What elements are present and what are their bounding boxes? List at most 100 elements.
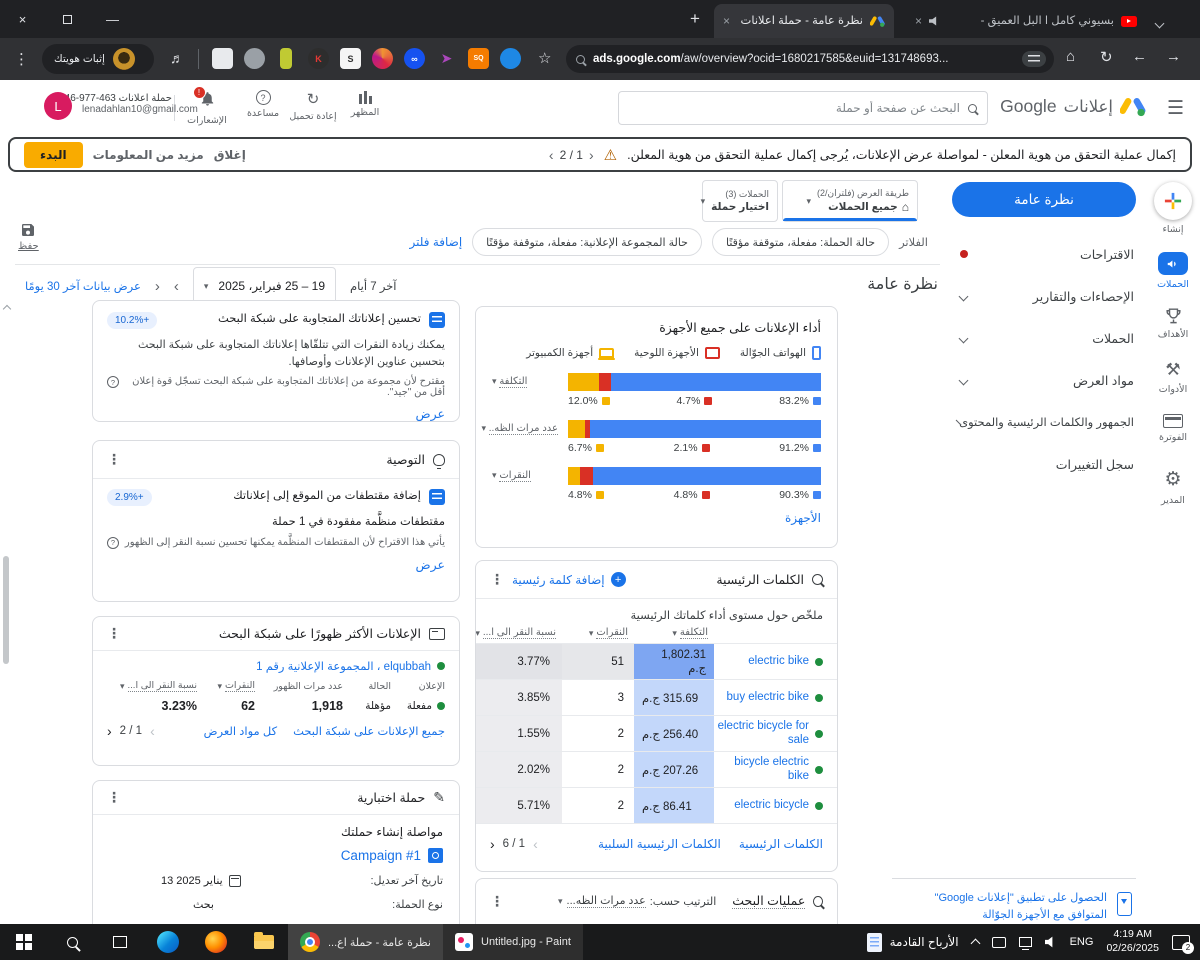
sidebar-item-admin[interactable]: ⚙ المدير [1146,468,1200,506]
window-restore-icon[interactable] [45,0,90,38]
puzzle-icon[interactable] [212,48,233,69]
campaign-link[interactable]: Campaign #1 [341,848,421,863]
reload-button[interactable]: ↻ إعادة تحميل [286,90,340,122]
negative-keywords-link[interactable]: الكلمات الرئيسية السلبية [598,837,721,851]
tab-active[interactable]: نظرة عامة - حملة اعلانات - Google × [714,4,894,38]
playlist-extension-icon[interactable]: ♬ [170,50,184,66]
info-icon[interactable]: ? [107,376,119,388]
filter-chip-adgroup-status[interactable]: حالة المجموعة الإعلانية: مفعلة، متوقفة م… [472,228,702,256]
chrome-window-button[interactable]: نظرة عامة - حملة اع... [288,924,443,960]
volume-icon[interactable] [1045,936,1057,948]
mobile-app-promo[interactable]: الحصول على تطبيق "إعلانات Google" المتوا… [892,878,1136,923]
back-icon[interactable]: ← [1132,48,1147,65]
banner-close-button[interactable]: إغلاق [214,148,246,162]
system-clock[interactable]: 4:19 AM 02/26/2025 [1106,928,1159,955]
campaign-select-dropdown[interactable]: الحملات (3) اختيار حملة ▾ [702,180,778,222]
scrollbar-thumb[interactable] [3,556,9,664]
kebab-menu-icon[interactable]: ⋮ [107,625,121,642]
tab-search-chevron-icon[interactable] [1156,14,1163,32]
sidebar-item-campaigns[interactable]: الحملات [1146,252,1200,290]
nav-item-recommendations[interactable]: الاقتراحات [946,234,1146,274]
breadcrumb[interactable]: elqubbah ، المجموعة الإعلانية رقم 1 [93,651,459,673]
bookmark-star-icon[interactable]: ☆ [538,49,551,67]
kebab-menu-icon[interactable]: ⋮ [107,789,121,806]
site-settings-icon[interactable] [1022,51,1046,67]
news-widget[interactable]: الأرباح القادمة [867,933,959,952]
action-center-icon[interactable]: 2 [1172,935,1190,950]
sort-cost[interactable]: التكلفة▾ [634,627,714,639]
create-button[interactable]: إنشاء [1146,182,1200,235]
all-assets-link[interactable]: كل مواد العرض [204,724,278,738]
prev-page-chevron[interactable]: › [150,723,155,739]
nav-item-assets[interactable]: مواد العرض [946,360,1146,400]
banner-start-button[interactable]: البدء [24,142,83,168]
devices-link[interactable]: الأجهزة [785,511,821,525]
coinbase-extension-icon[interactable]: ∞ [404,48,425,69]
ads-search-input[interactable] [629,101,960,115]
touch-keyboard-icon[interactable] [992,937,1006,948]
s-extension-icon[interactable]: S [340,48,361,69]
start-button[interactable] [0,924,48,960]
next-page-chevron[interactable]: ‹ [107,723,112,739]
network-icon[interactable] [1019,937,1032,947]
view-link[interactable]: عرض [416,558,445,572]
taskbar-search-button[interactable] [48,924,96,960]
browser-menu-icon[interactable]: ⋮ [14,50,29,68]
help-button[interactable]: ? مساعدة [236,90,290,119]
forward-icon[interactable]: → [1166,48,1181,65]
new-tab-button[interactable]: + [682,6,708,32]
paint-window-button[interactable]: Untitled.jpg - Paint [443,924,583,960]
nav-item-insights[interactable]: الإحصاءات والتقارير [946,276,1146,316]
keyword-link[interactable]: electric bicycle [734,799,809,812]
sidebar-item-tools[interactable]: ⚒ الأدوات [1146,360,1200,395]
nav-item-change-history[interactable]: سجل التغييرات [946,444,1146,484]
next-page-chevron[interactable]: ‹ [490,836,495,852]
tab-close-icon[interactable]: × [723,14,730,28]
sidebar-item-billing[interactable]: الفوترة [1146,414,1200,443]
sq-extension-icon[interactable]: SQ [468,48,489,69]
k-extension-icon[interactable]: K [308,48,329,69]
show-30-days-link[interactable]: عرض بيانات آخر 30 يومًا [25,279,141,293]
hamburger-menu-icon[interactable]: ☰ [1167,97,1184,120]
ads-search-box[interactable] [618,91,988,125]
view-link[interactable]: عرض [416,407,445,421]
instagram-extension-icon[interactable] [372,48,393,69]
scrollbar-up-arrow[interactable] [3,305,11,313]
date-next-chevron[interactable]: › [174,278,179,295]
nav-overview-button[interactable]: نظرة عامة [952,182,1136,217]
explorer-button[interactable] [240,924,288,960]
keyword-link[interactable]: electric bike [748,655,809,668]
filter-chip-campaign-status[interactable]: حالة الحملة: مفعلة، متوقفة مؤقتًا [712,228,889,256]
address-bar[interactable]: ads.google.com/aw/overview?ocid=16802175… [566,45,1054,73]
tab-audio-icon[interactable] [929,16,940,26]
nav-item-campaigns[interactable]: الحملات [946,318,1146,358]
info-icon[interactable]: ? [107,537,119,549]
task-view-button[interactable] [96,924,144,960]
sort-ctr[interactable]: نسبة النقر الى ا...▾ [105,680,197,692]
show-hidden-icons-chevron[interactable] [970,939,980,949]
feather-extension-icon[interactable]: ➤ [436,48,457,69]
tab-close-icon[interactable]: × [915,14,922,28]
nav-item-audiences[interactable]: الجمهور والكلمات الرئيسية والمحتوى [946,402,1146,442]
keywords-link[interactable]: الكلمات الرئيسية [739,837,823,851]
avatar[interactable]: L [44,92,72,120]
view-mode-dropdown[interactable]: طريقة العرض (فلتران/2) ⌂جميع الحملات ▾ [782,180,918,222]
date-prev-chevron[interactable]: ‹ [155,278,160,295]
keyword-link[interactable]: buy electric bike [727,691,809,704]
window-minimize-icon[interactable]: — [90,0,135,38]
banner-more-info-button[interactable]: مزيد من المعلومات [93,148,204,162]
add-filter-button[interactable]: إضافة فلتر [410,235,463,249]
banner-prev-chevron[interactable]: ‹ [589,147,594,163]
lens-extension-icon[interactable] [500,48,521,69]
profile-chip[interactable]: إثبات هويتك [42,44,154,74]
sort-ctr[interactable]: نسبة النقر الى ا...▾ [476,627,562,639]
tab-inactive[interactable]: بسيوني كامل ا البل العميق - × [906,4,1146,38]
sort-by-dropdown[interactable]: الترتيب حسب: عدد مرات الظه... ▾ [558,894,716,908]
edge-button[interactable] [144,924,192,960]
appearance-button[interactable]: المظهر [338,90,392,118]
language-indicator[interactable]: ENG [1070,936,1094,948]
firefox-button[interactable] [192,924,240,960]
save-button[interactable]: حفظ [18,222,39,252]
metric-selector-clicks[interactable]: النقرات ▾ [492,467,558,481]
banner-next-chevron[interactable]: › [549,147,554,163]
